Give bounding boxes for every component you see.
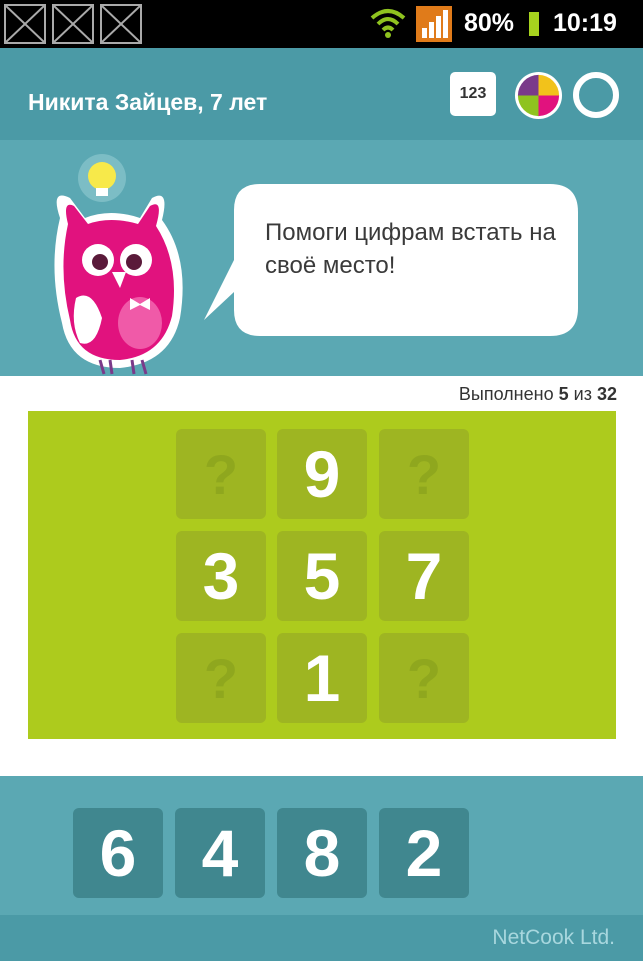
number-tile[interactable]: 8 bbox=[277, 808, 367, 898]
notification-icon bbox=[52, 4, 94, 44]
number-tile[interactable]: 2 bbox=[379, 808, 469, 898]
board-cell[interactable]: 5 bbox=[277, 531, 367, 621]
board-cell[interactable]: ? bbox=[379, 633, 469, 723]
progress-total: 32 bbox=[596, 384, 617, 404]
board-cell[interactable]: ? bbox=[176, 633, 266, 723]
board-cell[interactable]: 1 bbox=[277, 633, 367, 723]
brand-label: NetCook Ltd. bbox=[492, 926, 615, 949]
progress-separator: из bbox=[573, 384, 592, 404]
board-cell[interactable]: 7 bbox=[379, 531, 469, 621]
clock: 10:19 bbox=[553, 9, 617, 37]
notification-icon bbox=[100, 4, 142, 44]
number-tile[interactable]: 4 bbox=[175, 808, 265, 898]
notification-icon bbox=[4, 4, 46, 44]
board-cell[interactable]: ? bbox=[176, 429, 266, 519]
shapes-mode-button[interactable] bbox=[573, 72, 619, 118]
signal-icon bbox=[416, 6, 452, 42]
number-board: ? 9 ? 3 5 7 ? 1 ? bbox=[28, 411, 616, 739]
profile-name[interactable]: Никита Зайцев, 7 лет bbox=[28, 89, 267, 116]
app-bar: Никита Зайцев, 7 лет 123 bbox=[0, 48, 643, 140]
battery-percent: 80% bbox=[464, 9, 515, 37]
numbers-mode-button[interactable]: 123 bbox=[450, 72, 496, 116]
hero-area: Помоги цифрам встать на своё место! bbox=[0, 140, 643, 376]
battery-icon bbox=[529, 12, 539, 36]
progress-prefix: Выполнено bbox=[458, 384, 554, 404]
number-tile[interactable]: 6 bbox=[73, 808, 163, 898]
colors-mode-button[interactable] bbox=[514, 71, 563, 120]
progress-counter: Выполнено 5 из 32 bbox=[459, 384, 617, 405]
status-bar: 80% 10:19 bbox=[0, 0, 643, 48]
board-cell[interactable]: ? bbox=[379, 429, 469, 519]
wifi-icon bbox=[370, 9, 406, 38]
board-cell[interactable]: 3 bbox=[176, 531, 266, 621]
board-cell[interactable]: 9 bbox=[277, 429, 367, 519]
owl-mascot-icon bbox=[54, 154, 183, 375]
speech-text: Помоги цифрам встать на своё место! bbox=[265, 219, 556, 279]
progress-done: 5 bbox=[558, 384, 569, 404]
